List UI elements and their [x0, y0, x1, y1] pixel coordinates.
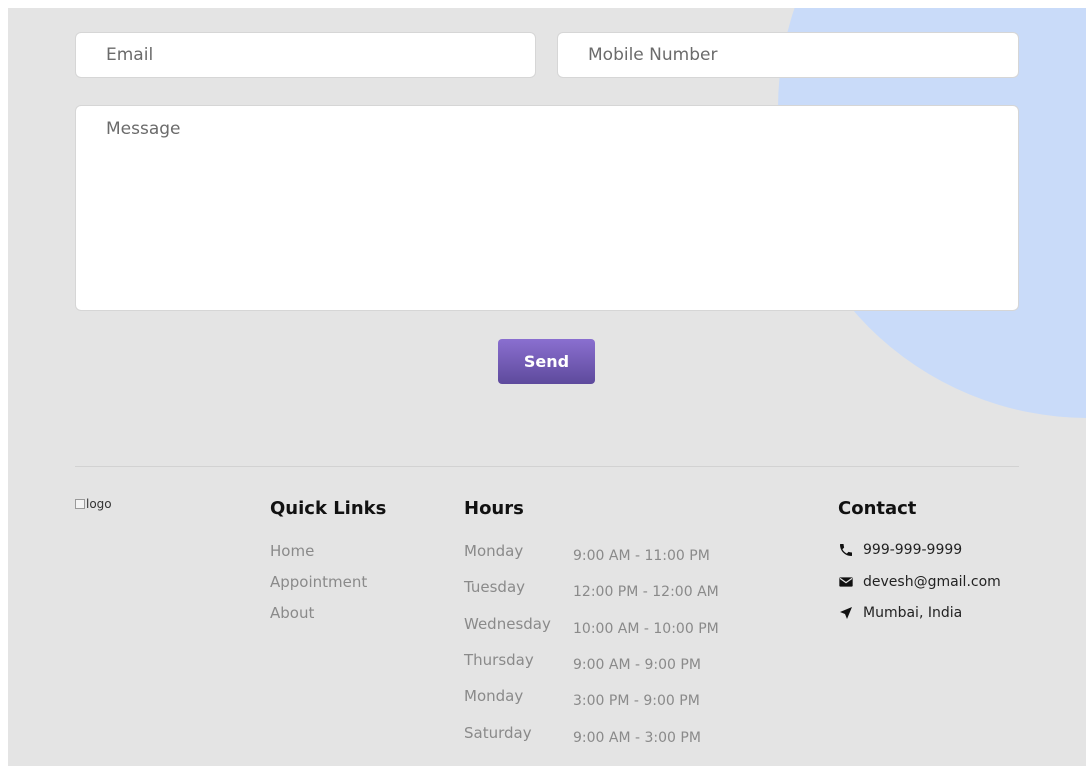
hours-time: 9:00 AM - 11:00 PM	[573, 548, 710, 564]
contact-phone[interactable]: 999-999-9999	[838, 542, 962, 558]
hours-time: 3:00 PM - 9:00 PM	[573, 693, 700, 709]
contact-phone-text: 999-999-9999	[863, 542, 963, 558]
email-field[interactable]: Email	[75, 32, 536, 78]
mobile-number-field[interactable]: Mobile Number	[557, 32, 1019, 78]
hours-time: 12:00 PM - 12:00 AM	[573, 584, 719, 600]
quick-link-appointment[interactable]: Appointment	[270, 573, 367, 591]
contact-email-text: devesh@gmail.com	[863, 574, 1001, 590]
broken-image-icon	[75, 499, 85, 509]
logo: logo	[75, 497, 112, 511]
send-button[interactable]: Send	[498, 339, 595, 384]
quick-link-home[interactable]: Home	[270, 542, 314, 560]
hours-day: Monday	[464, 687, 524, 705]
hours-day: Wednesday	[464, 615, 551, 633]
hours-day: Tuesday	[464, 578, 526, 596]
contact-location: Mumbai, India	[838, 605, 962, 621]
hours-day: Saturday	[464, 724, 532, 742]
hours-time: 10:00 AM - 10:00 PM	[573, 621, 719, 637]
envelope-icon	[839, 577, 853, 587]
contact-location-text: Mumbai, India	[863, 605, 963, 621]
hours-day: Monday	[464, 542, 524, 560]
hours-time: 9:00 AM - 3:00 PM	[573, 730, 701, 746]
page-canvas: Email Mobile Number Message Send logo Qu…	[8, 8, 1086, 766]
hours-day: Thursday	[464, 651, 534, 669]
footer-divider	[75, 466, 1019, 467]
message-field[interactable]: Message	[75, 105, 1019, 311]
quick-link-about[interactable]: About	[270, 604, 314, 622]
hours-time: 9:00 AM - 9:00 PM	[573, 657, 701, 673]
quick-links-heading: Quick Links	[270, 498, 387, 519]
contact-email[interactable]: devesh@gmail.com	[838, 574, 1001, 590]
contact-heading: Contact	[838, 498, 917, 519]
phone-icon	[840, 544, 852, 556]
logo-alt-text: logo	[86, 497, 112, 511]
hours-heading: Hours	[464, 498, 524, 519]
location-arrow-icon	[840, 607, 852, 619]
